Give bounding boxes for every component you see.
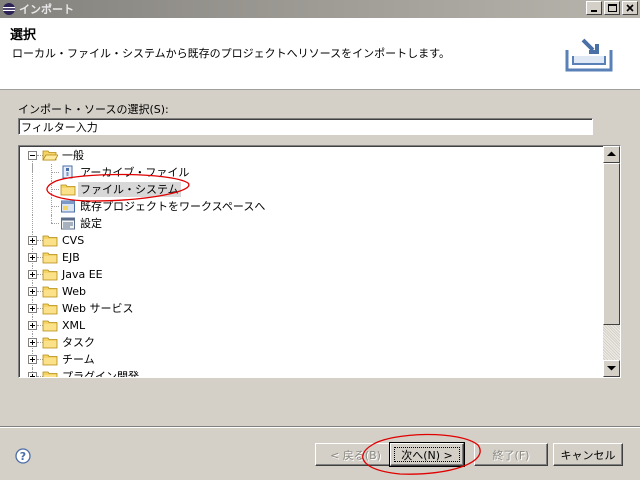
tree-row[interactable]: チーム (19, 351, 604, 368)
tree-row[interactable]: タスク (19, 334, 604, 351)
folder-open-icon (42, 148, 59, 163)
banner-description: ローカル・ファイル・システムから既存のプロジェクトへリソースをインポートします。 (12, 47, 451, 60)
tree-item-label: 設定 (80, 217, 102, 230)
scroll-thumb[interactable] (603, 163, 620, 325)
expand-toggle[interactable] (28, 372, 37, 377)
expand-toggle[interactable] (28, 270, 37, 279)
tree-row[interactable]: プラグイン開発 (19, 368, 604, 378)
tree-item-label: プラグイン開発 (62, 370, 139, 378)
banner-title: 選択 (10, 28, 37, 43)
expand-toggle[interactable] (28, 355, 37, 364)
collapse-toggle[interactable] (28, 151, 37, 160)
tree-item-label: チーム (62, 353, 95, 366)
title-bar[interactable]: インポート (0, 0, 640, 18)
folder-icon (42, 250, 58, 265)
tree-row[interactable]: Web サービス (19, 300, 604, 317)
tree-row[interactable]: ファイル・システム (19, 181, 604, 198)
button-separator (0, 426, 640, 428)
folder-icon (42, 335, 58, 350)
arrow-up-icon (607, 151, 616, 156)
arrow-down-icon (607, 366, 616, 371)
expand-toggle[interactable] (28, 253, 37, 262)
tree-item-label: EJB (62, 251, 80, 264)
tree-row[interactable]: 設定 (19, 215, 604, 232)
minimize-icon (591, 10, 597, 12)
folder-icon (60, 182, 76, 197)
archive-file-icon (60, 165, 76, 180)
import-wizard-icon (565, 38, 613, 72)
wizard-banner: 選択 ローカル・ファイル・システムから既存のプロジェクトへリソースをインポートし… (0, 18, 640, 90)
expand-toggle[interactable] (28, 321, 37, 330)
minimize-button[interactable] (586, 1, 602, 15)
maximize-button[interactable] (604, 1, 620, 15)
tree-item-label: CVS (62, 234, 85, 247)
tree-row[interactable]: 一般 (19, 147, 604, 172)
source-label: インポート・ソースの選択(S): (18, 103, 169, 116)
tree-row[interactable]: Web (19, 283, 604, 300)
tree-item-label: Java EE (62, 268, 103, 281)
filter-input[interactable] (18, 118, 593, 135)
tree-row[interactable]: CVS (19, 232, 604, 249)
close-icon (626, 4, 634, 12)
folder-icon (42, 301, 58, 316)
folder-icon (42, 233, 58, 248)
folder-icon (42, 284, 58, 299)
tree-row[interactable]: EJB (19, 249, 604, 266)
tree-item-label: 既存プロジェクトをワークスペースへ (80, 200, 266, 213)
maximize-icon (608, 4, 617, 12)
folder-icon (42, 369, 58, 377)
project-icon (60, 199, 76, 214)
cancel-button[interactable]: キャンセル (553, 443, 623, 466)
tree-scrollbar[interactable] (603, 146, 620, 377)
svg-text:?: ? (20, 450, 26, 463)
window-title: インポート (19, 3, 74, 16)
back-button[interactable]: < 戻る(B) (315, 443, 396, 466)
import-source-tree[interactable]: 一般アーカイブ・ファイル ファイル・システム既存プロジェクトをワークスペースへ 設定… (18, 145, 621, 378)
tree-item-label: アーカイブ・ファイル (80, 166, 190, 179)
tree-item-label: タスク (62, 336, 95, 349)
tree-item-label: Web サービス (62, 302, 134, 315)
eclipse-icon (3, 3, 15, 15)
expand-toggle[interactable] (28, 304, 37, 313)
tree-item-label: XML (62, 319, 86, 332)
next-button[interactable]: 次へ(N) > (389, 442, 465, 467)
tree-row[interactable]: Java EE (19, 266, 604, 283)
expand-toggle[interactable] (28, 236, 37, 245)
tree-row[interactable]: アーカイブ・ファイル (19, 164, 604, 181)
folder-icon (42, 352, 58, 367)
expand-toggle[interactable] (28, 287, 37, 296)
folder-icon (42, 267, 58, 282)
tree-row[interactable]: XML (19, 317, 604, 334)
help-icon[interactable]: ? (15, 448, 31, 464)
folder-icon (42, 318, 58, 333)
tree-row[interactable]: 既存プロジェクトをワークスペースへ (19, 198, 604, 215)
close-button[interactable] (622, 1, 638, 15)
tree-item-label: 一般 (62, 149, 84, 162)
expand-toggle[interactable] (28, 338, 37, 347)
finish-button[interactable]: 終了(F) (474, 443, 548, 466)
settings-icon (60, 216, 76, 231)
scroll-up-button[interactable] (603, 146, 620, 163)
scroll-down-button[interactable] (603, 360, 620, 377)
tree-item-label: ファイル・システム (78, 182, 181, 197)
tree-item-label: Web (62, 285, 86, 298)
